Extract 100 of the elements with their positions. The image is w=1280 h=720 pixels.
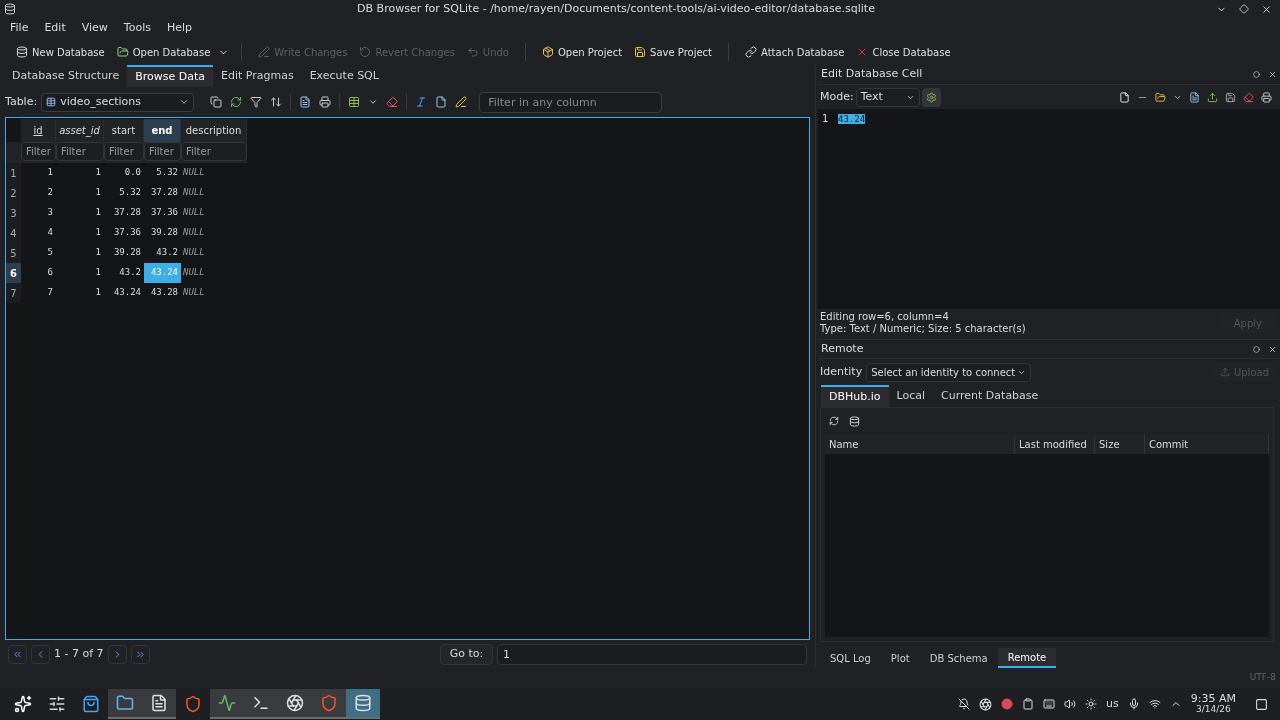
goto-button[interactable]: Go to: xyxy=(440,643,493,665)
table-cell[interactable]: 1 xyxy=(56,263,104,283)
tab[interactable]: Plot xyxy=(880,648,920,668)
column-filter-field[interactable]: Filter xyxy=(181,142,247,161)
keyboard-layout[interactable]: us xyxy=(1106,695,1119,713)
table-cell[interactable]: NULL xyxy=(181,263,247,283)
column-filter-field[interactable]: Filter xyxy=(144,142,181,161)
table-cell[interactable]: 43.2 xyxy=(144,243,181,263)
row-number[interactable]: 3 xyxy=(6,203,21,223)
toolbar-button[interactable]: Close Database xyxy=(852,41,955,63)
document-icon[interactable] xyxy=(1189,91,1200,103)
database-icon[interactable] xyxy=(849,415,860,427)
table-cell[interactable]: NULL xyxy=(181,223,247,243)
table-cell[interactable]: 5.32 xyxy=(144,163,181,183)
table-cell[interactable]: 1 xyxy=(56,203,104,223)
table-cell[interactable]: 5.32 xyxy=(104,183,144,203)
show-desktop-icon[interactable] xyxy=(1255,697,1268,711)
table-cell[interactable]: 43.2 xyxy=(104,263,144,283)
clock-date[interactable]: 3/14/26 xyxy=(1196,704,1231,715)
refresh-icon[interactable] xyxy=(230,96,243,108)
italic-icon[interactable] xyxy=(415,96,428,108)
menu-item[interactable]: Edit xyxy=(38,20,72,37)
page-icon[interactable] xyxy=(435,96,448,108)
column-header[interactable]: asset_id xyxy=(56,119,104,142)
aperture-icon[interactable] xyxy=(979,697,993,711)
mode-select[interactable]: Text xyxy=(855,87,920,107)
row-number[interactable]: 6 xyxy=(6,263,21,283)
table-cell[interactable]: NULL xyxy=(181,243,247,263)
filter-field[interactable]: Filter in any column xyxy=(479,91,663,113)
column-header[interactable]: start xyxy=(104,119,144,142)
printer-icon[interactable] xyxy=(1261,91,1272,103)
microphone-icon[interactable] xyxy=(1127,698,1140,710)
table-cell[interactable]: 37.36 xyxy=(104,223,144,243)
row-number[interactable]: 2 xyxy=(6,183,21,203)
table-cell[interactable]: 43.24 xyxy=(104,283,144,303)
tab[interactable]: Remote xyxy=(997,648,1057,668)
auto-format-button[interactable] xyxy=(921,87,941,107)
taskbar-app[interactable] xyxy=(142,689,176,719)
table-cell[interactable]: 0.0 xyxy=(104,163,144,183)
refresh-icon[interactable] xyxy=(829,416,839,426)
table-cell[interactable]: 7 xyxy=(21,283,56,303)
close-icon[interactable] xyxy=(1268,344,1277,354)
bell-off-icon[interactable] xyxy=(958,698,971,710)
table-cell[interactable]: 2 xyxy=(21,183,56,203)
table-cell[interactable]: 1 xyxy=(21,163,56,183)
row-number[interactable]: 7 xyxy=(6,283,21,303)
column-header[interactable]: end xyxy=(144,119,181,142)
row-number[interactable]: 5 xyxy=(6,243,21,263)
first-page-button[interactable] xyxy=(8,644,27,664)
import-icon[interactable] xyxy=(1207,91,1218,103)
keyboard-icon[interactable] xyxy=(1043,698,1056,710)
tab[interactable]: DB Schema xyxy=(919,648,998,668)
row-number[interactable]: 1 xyxy=(6,163,21,183)
table-cell[interactable]: 5 xyxy=(21,243,56,263)
table-cell[interactable]: 1 xyxy=(56,223,104,243)
identity-select[interactable]: Select an identity to connect xyxy=(866,362,1032,382)
menu-item[interactable]: Tools xyxy=(117,20,157,37)
menu-item[interactable]: View xyxy=(75,20,114,37)
tab[interactable]: Database Structure xyxy=(4,65,128,87)
table-cell[interactable]: 4 xyxy=(21,223,56,243)
goto-field[interactable]: 1 xyxy=(497,643,807,665)
page-icon[interactable] xyxy=(1119,91,1130,103)
column-header[interactable]: id xyxy=(21,119,56,142)
column-filter-field[interactable]: Filter xyxy=(56,142,104,161)
table-cell[interactable]: 37.28 xyxy=(144,183,181,203)
toolbar-button[interactable]: Open Database xyxy=(112,41,215,63)
printer-icon[interactable] xyxy=(319,96,332,108)
caret-icon[interactable] xyxy=(368,97,379,107)
table-cell[interactable]: 1 xyxy=(56,163,104,183)
toolbar-button[interactable]: Open Project xyxy=(537,41,627,63)
column-header[interactable]: description xyxy=(181,119,247,142)
table-cell[interactable]: 37.36 xyxy=(144,203,181,223)
table-cell[interactable]: NULL xyxy=(181,203,247,223)
tab[interactable]: Execute SQL xyxy=(301,65,387,87)
menu-item[interactable]: Help xyxy=(160,20,199,37)
table-cell[interactable]: NULL xyxy=(181,283,247,303)
sort-icon[interactable] xyxy=(270,96,283,108)
table-cell[interactable]: 6 xyxy=(21,263,56,283)
clock-time[interactable]: 9:35 AM xyxy=(1190,693,1236,704)
column-filter-field[interactable]: Filter xyxy=(21,142,56,161)
table-cell[interactable]: 39.28 xyxy=(144,223,181,243)
tab[interactable]: Local xyxy=(888,385,934,407)
cell-editor[interactable]: 1 43.24 xyxy=(818,109,1280,309)
pen-icon[interactable] xyxy=(455,96,468,108)
menu-item[interactable]: File xyxy=(4,20,35,37)
toolbar-button[interactable]: Save Project xyxy=(630,41,717,63)
close-icon[interactable] xyxy=(1261,3,1272,15)
table-cell[interactable]: 39.28 xyxy=(104,243,144,263)
wifi-icon[interactable] xyxy=(1148,698,1161,710)
table-cell[interactable]: NULL xyxy=(181,183,247,203)
tab[interactable]: Current Database xyxy=(933,385,1047,407)
filter-icon[interactable] xyxy=(250,96,263,108)
table-select[interactable]: video_sections xyxy=(41,92,195,112)
row-number[interactable]: 4 xyxy=(6,223,21,243)
column-filter-field[interactable]: Filter xyxy=(104,142,144,161)
tab[interactable]: SQL Log xyxy=(820,648,881,668)
brightness-icon[interactable] xyxy=(1085,698,1098,710)
table-cell[interactable]: 37.28 xyxy=(104,203,144,223)
table-cell[interactable]: 3 xyxy=(21,203,56,223)
toolbar-button[interactable]: New Database xyxy=(12,41,109,63)
